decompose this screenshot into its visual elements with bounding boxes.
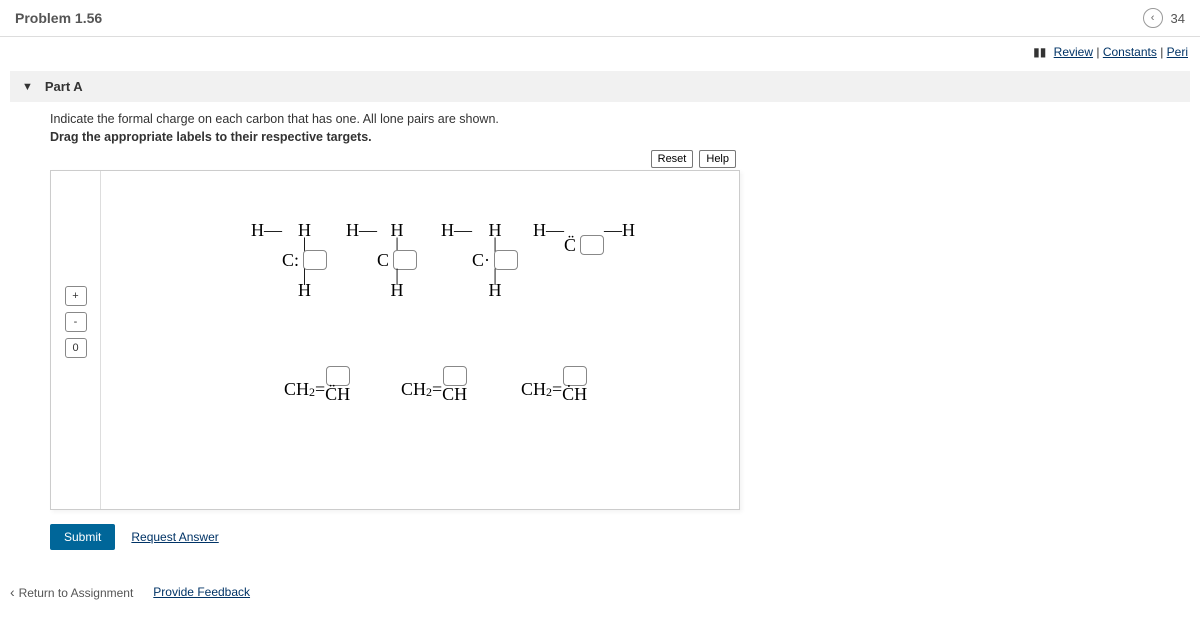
- canvas[interactable]: H— H | C: | H H— H | C | H: [101, 171, 739, 509]
- mol-3: H— H | C· | H: [441, 221, 518, 299]
- target-7[interactable]: [563, 366, 587, 386]
- mol-4: H— C̈ —H: [533, 221, 635, 269]
- mol-7: CH2= ĊH: [521, 366, 587, 400]
- target-3[interactable]: [494, 250, 518, 270]
- problem-number: 34: [1171, 11, 1185, 26]
- label-minus[interactable]: -: [65, 312, 87, 332]
- prev-arrow[interactable]: ‹: [1143, 8, 1163, 28]
- instructions: Indicate the formal charge on each carbo…: [50, 112, 1190, 144]
- review-link[interactable]: Review: [1054, 45, 1093, 59]
- label-zero[interactable]: 0: [65, 338, 87, 358]
- target-1[interactable]: [303, 250, 327, 270]
- label-plus[interactable]: +: [65, 286, 87, 306]
- mol-2: H— H | C | H: [346, 221, 417, 299]
- reset-button[interactable]: Reset: [651, 150, 694, 168]
- mol-5: CH2= C̈H: [284, 366, 350, 400]
- constants-link[interactable]: Constants: [1103, 45, 1157, 59]
- mol-6: CH2= CH: [401, 366, 467, 400]
- part-header[interactable]: ▼ Part A: [10, 71, 1190, 102]
- target-4[interactable]: [580, 235, 604, 255]
- submit-button[interactable]: Submit: [50, 524, 115, 550]
- flag-icon: ▮▮: [1033, 45, 1046, 59]
- top-links: ▮▮ Review | Constants | Peri: [0, 37, 1200, 67]
- part-label: Part A: [45, 79, 83, 94]
- return-link[interactable]: Return to Assignment: [10, 584, 133, 600]
- target-5[interactable]: [326, 366, 350, 386]
- page-title: Problem 1.56: [15, 10, 102, 26]
- workspace: + - 0 H— H | C: | H H— H |: [50, 170, 740, 510]
- request-answer-link[interactable]: Request Answer: [131, 530, 218, 544]
- periodic-link[interactable]: Peri: [1167, 45, 1188, 59]
- feedback-link[interactable]: Provide Feedback: [153, 585, 250, 599]
- mol-1: H— H | C: | H: [251, 221, 327, 299]
- target-6[interactable]: [443, 366, 467, 386]
- help-button[interactable]: Help: [699, 150, 736, 168]
- label-palette: + - 0: [51, 171, 101, 509]
- chevron-down-icon: ▼: [22, 81, 33, 93]
